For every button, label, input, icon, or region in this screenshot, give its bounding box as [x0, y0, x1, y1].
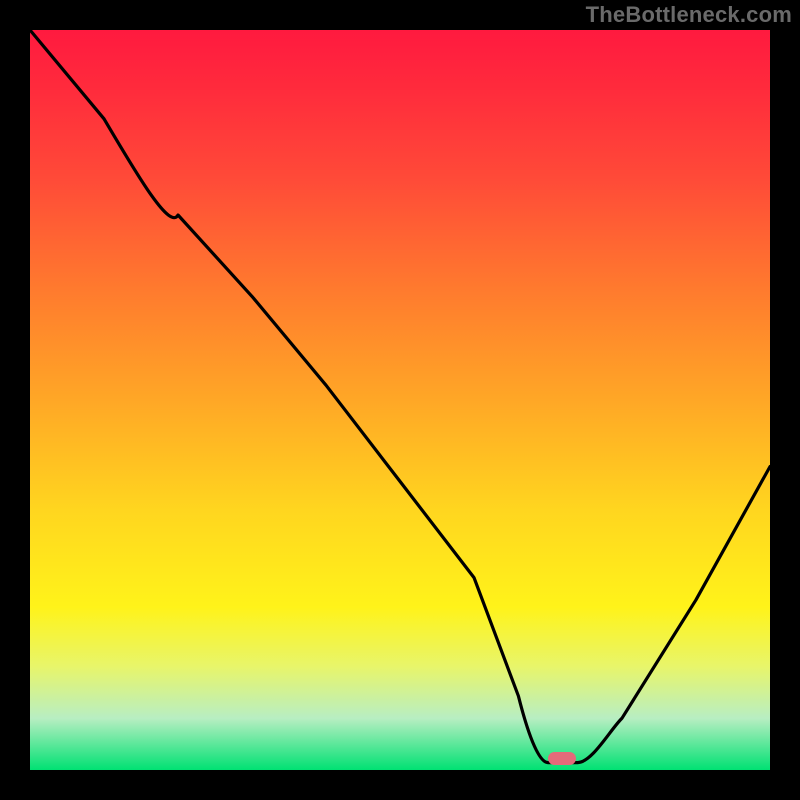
plot-area — [30, 30, 770, 770]
bottleneck-curve — [30, 30, 770, 770]
optimal-marker — [548, 752, 576, 765]
chart-frame: TheBottleneck.com — [0, 0, 800, 800]
watermark-text: TheBottleneck.com — [586, 2, 792, 28]
